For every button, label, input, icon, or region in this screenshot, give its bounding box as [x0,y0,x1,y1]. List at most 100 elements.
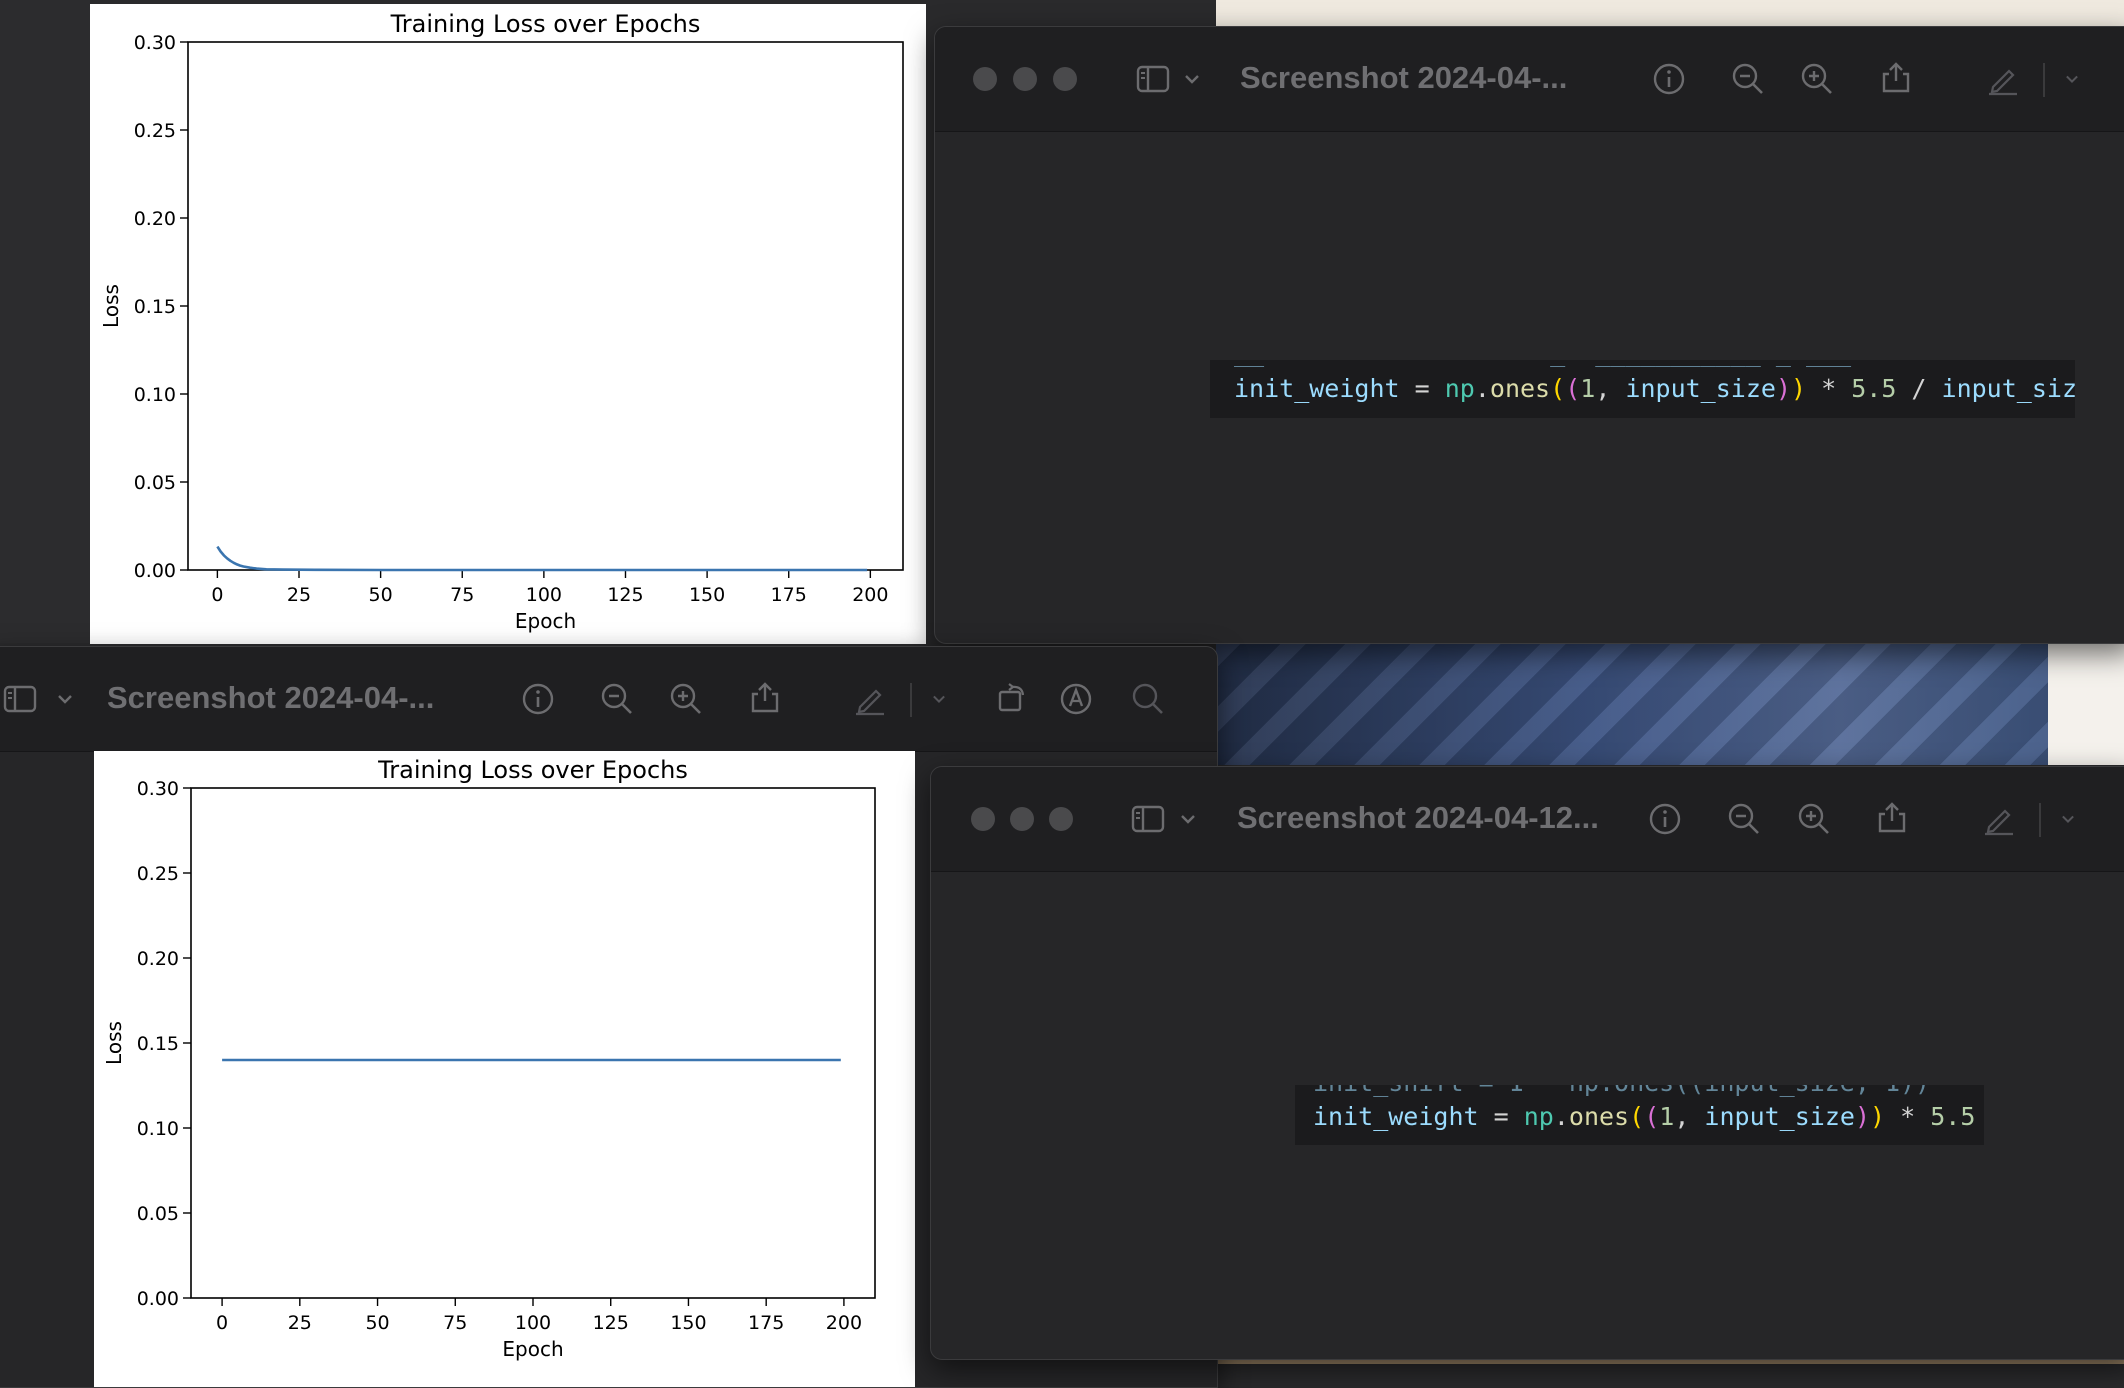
x-tick-label: 75 [450,584,474,606]
pen-circle-icon[interactable] [1059,682,1093,716]
code-token: 5.5 [1851,374,1897,403]
zoom-out-icon[interactable] [600,682,634,716]
code-snippet-bottom: init_shift = 1 * np.ones((input_size, 1)… [1295,1085,1984,1145]
sidebar-icon[interactable] [3,682,37,716]
code-token: = [1399,374,1445,403]
code-token: 5.5 [1930,1102,1976,1131]
y-tick-label: 0.05 [137,1203,179,1225]
x-tick-label: 150 [670,1312,706,1334]
x-axis-label: Epoch [515,609,576,633]
code-token: * [1806,374,1852,403]
rotate-icon[interactable] [996,680,1030,714]
markup-pen-icon[interactable] [1982,802,2016,836]
zoom-out-icon[interactable] [1727,802,1761,836]
desktop-wallpaper-edge [2048,643,2124,765]
y-tick-label: 0.00 [137,1288,179,1310]
markup-pen-icon[interactable] [1986,62,2020,96]
window-title: Screenshot 2024-04-... [1240,60,1568,95]
close-window-button[interactable] [971,807,995,831]
code-token: input_size [1625,374,1776,403]
chart-window-top: Training Loss over Epochs 0 25 50 75 100 125 15… [90,4,926,644]
minimize-window-button[interactable] [1010,807,1034,831]
share-icon[interactable] [748,680,782,714]
x-tick-label: 25 [287,584,311,606]
y-tick-label: 0.10 [134,384,176,406]
code-token: = [1478,1102,1524,1131]
info-icon[interactable] [1652,62,1686,96]
x-tick-label: 200 [826,1312,862,1334]
code-token: 1 [1580,374,1596,403]
code-token: init_weight [1234,374,1400,403]
minimize-window-button[interactable] [1013,67,1037,91]
code-token: ) [1775,374,1791,403]
zoom-in-icon[interactable] [669,682,703,716]
code-line: init_weight = np.ones((1, input_size)) *… [1313,1102,1975,1131]
chevron-down-icon[interactable] [1179,812,1197,826]
zoom-in-icon[interactable] [1797,802,1831,836]
x-tick-label: 100 [526,584,562,606]
info-icon[interactable] [521,682,555,716]
chevron-down-icon[interactable] [1183,72,1201,86]
x-tick-label: 175 [771,584,807,606]
chevron-down-icon[interactable] [2060,813,2076,825]
x-tick-label: 50 [369,584,393,606]
desktop-wallpaper-photo [1216,643,2048,765]
plot-frame [190,787,876,1299]
code-token: ( [1550,374,1566,403]
preview-window-top-right: Screenshot 2024-04-... __ _ ___________ … [934,26,2124,644]
code-token: ( [1644,1102,1660,1131]
toolbar-separator [2039,803,2041,837]
zoom-in-icon[interactable] [1800,62,1834,96]
x-tick-label: 0 [216,1312,228,1334]
y-axis-label: Loss [99,284,123,328]
chevron-down-icon[interactable] [931,693,947,705]
markup-pen-icon[interactable] [853,682,887,716]
zoom-out-icon[interactable] [1731,62,1765,96]
window-toolbar: Screenshot 2024-04-12... [931,767,2124,872]
y-tick-label: 0.20 [137,948,179,970]
preview-window-bottom-right: Screenshot 2024-04-12... init_shift = 1 … [930,766,2124,1360]
code-line-partial: __ _ ___________ _ ___ [1234,360,1851,367]
chart-window-bottom: Training Loss over Epochs 0 25 50 75 100 125 15… [94,751,915,1387]
loss-chart-bottom: Training Loss over Epochs 0 25 50 75 100 125 15… [102,756,876,1361]
chevron-down-icon[interactable] [56,692,74,706]
y-tick-label: 0.25 [137,863,179,885]
y-tick-label: 0.20 [134,208,176,230]
x-tick-label: 175 [748,1312,784,1334]
chevron-down-icon[interactable] [2064,73,2080,85]
sidebar-icon[interactable] [1136,62,1170,96]
x-tick-label: 200 [852,584,888,606]
x-tick-label: 50 [365,1312,389,1334]
window-toolbar: Screenshot 2024-04-... [0,647,1217,752]
chart-title: Training Loss over Epochs [377,756,688,784]
x-tick-label: 125 [607,584,643,606]
x-tick-label: 150 [689,584,725,606]
zoom-window-button[interactable] [1053,67,1077,91]
y-tick-label: 0.05 [134,472,176,494]
info-icon[interactable] [1648,802,1682,836]
y-tick-label: 0.25 [134,120,176,142]
code-token: , [1595,374,1626,403]
code-token: np [1523,1102,1554,1131]
code-token: ( [1629,1102,1645,1131]
zoom-window-button[interactable] [1049,807,1073,831]
sidebar-icon[interactable] [1131,802,1165,836]
share-icon[interactable] [1875,800,1909,834]
close-window-button[interactable] [973,67,997,91]
toolbar-separator [2043,63,2045,97]
y-tick-label: 0.30 [134,32,176,54]
code-token: ones [1489,374,1551,403]
code-token: ) [1870,1102,1886,1131]
code-token: 1 [1659,1102,1675,1131]
plot-frame [187,41,904,571]
search-icon[interactable] [1131,682,1165,716]
series-line [216,545,868,572]
code-token: init_weight [1313,1102,1479,1131]
code-token: np [1444,374,1475,403]
x-tick-label: 0 [211,584,223,606]
window-title: Screenshot 2024-04-12... [1237,800,1599,835]
code-token: / [1896,374,1942,403]
code-snippet-top: __ _ ___________ _ ___ init_weight = np.… [1210,360,2075,418]
code-token: , [1674,1102,1705,1131]
share-icon[interactable] [1879,60,1913,94]
